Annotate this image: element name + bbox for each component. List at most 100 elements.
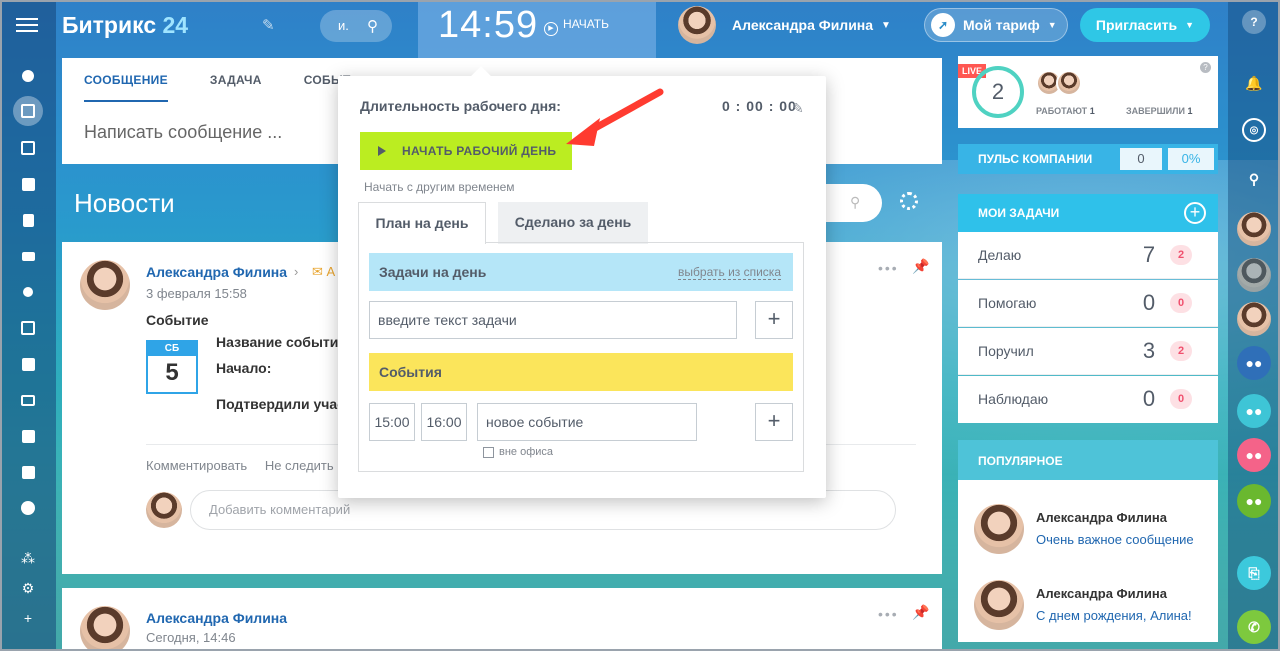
- popular-link[interactable]: Очень важное сообщение: [1036, 532, 1194, 547]
- out-of-office-checkbox[interactable]: вне офиса: [483, 446, 553, 458]
- help-icon[interactable]: ?: [1242, 10, 1266, 34]
- task-row-count: 0: [1142, 290, 1156, 315]
- edit-icon[interactable]: ✎: [792, 100, 804, 117]
- open-lines-icon[interactable]: ◎: [1242, 118, 1266, 142]
- sitemap-icon[interactable]: ⁂: [16, 546, 40, 570]
- task-counter-row[interactable]: Делаю 7 2: [958, 232, 1218, 279]
- contact-avatar[interactable]: [1237, 302, 1271, 336]
- post-author[interactable]: Александра Филина: [146, 264, 287, 280]
- list-item[interactable]: Александра Филина Очень важное сообщение: [974, 504, 1214, 560]
- pin-icon[interactable]: 📌: [912, 604, 929, 621]
- popular-author: Александра Филина: [1036, 510, 1167, 525]
- list-item[interactable]: Александра Филина С днем рождения, Алина…: [974, 580, 1214, 636]
- clock-start-button[interactable]: ▶ НАЧАТЬ: [544, 17, 609, 36]
- avatar: [146, 492, 182, 528]
- crm-icon[interactable]: [16, 352, 40, 376]
- post-author[interactable]: Александра Филина: [146, 610, 287, 626]
- chat-icon[interactable]: [16, 172, 40, 196]
- company-pulse[interactable]: ПУЛЬС КОМПАНИИ 0 0%: [958, 144, 1218, 174]
- pin-icon[interactable]: 📌: [912, 258, 929, 275]
- task-text-input[interactable]: введите текст задачи: [369, 301, 737, 339]
- chevron-down-icon[interactable]: [16, 496, 40, 520]
- task-row-badge: 0: [1170, 389, 1192, 409]
- bell-icon[interactable]: 🔔: [1239, 68, 1269, 98]
- drive-icon[interactable]: [16, 244, 40, 268]
- tab-task[interactable]: ЗАДАЧА: [210, 58, 262, 102]
- tab-message[interactable]: СООБЩЕНИЕ: [84, 58, 168, 102]
- logo[interactable]: Битрикс 24: [62, 12, 188, 39]
- live-widget[interactable]: LIVE 2 ? РАБОТАЮТ 1 ЗАВЕРШИЛИ 1: [958, 56, 1218, 128]
- event-name-input[interactable]: новое событие: [477, 403, 697, 441]
- user-menu[interactable]: Александра Филина ▼: [678, 6, 891, 44]
- avatar[interactable]: [80, 606, 130, 651]
- comment-link[interactable]: Комментировать: [146, 458, 247, 473]
- my-tasks-title[interactable]: МОИ ЗАДАЧИ: [978, 206, 1059, 220]
- finished-label: ЗАВЕРШИЛИ 1: [1126, 106, 1193, 116]
- duration-label: Длительность рабочего дня:: [360, 98, 561, 114]
- gear-icon[interactable]: [900, 192, 918, 210]
- start-workday-button[interactable]: НАЧАТЬ РАБОЧИЙ ДЕНЬ: [360, 132, 572, 170]
- invite-button[interactable]: Пригласить ▼: [1080, 8, 1210, 42]
- post-type: Событие: [146, 312, 209, 328]
- add-event-button[interactable]: +: [755, 403, 793, 441]
- contact-avatar[interactable]: [1237, 258, 1271, 292]
- more-icon[interactable]: •••: [878, 260, 899, 276]
- document-icon[interactable]: [16, 208, 40, 232]
- my-tasks-header: МОИ ЗАДАЧИ +: [958, 194, 1218, 232]
- feed-search-input[interactable]: ⚲: [822, 184, 882, 222]
- message-input[interactable]: Написать сообщение ...: [84, 122, 282, 143]
- popular-link[interactable]: С днем рождения, Алина!: [1036, 608, 1192, 623]
- group-chat-icon[interactable]: ●●: [1237, 346, 1271, 380]
- group-chat-icon[interactable]: ●●: [1237, 484, 1271, 518]
- phone-icon[interactable]: ✆: [1237, 610, 1271, 644]
- pick-from-list-link[interactable]: выбрать из списка: [678, 265, 781, 280]
- unfollow-link[interactable]: Не следить: [265, 458, 334, 473]
- event-start-time-input[interactable]: 15:00: [369, 403, 415, 441]
- task-counter-row[interactable]: Помогаю 0 0: [958, 280, 1218, 327]
- calendar-icon[interactable]: [16, 136, 40, 160]
- add-task-icon[interactable]: +: [1184, 202, 1206, 224]
- box-icon[interactable]: [16, 424, 40, 448]
- group-chat-icon[interactable]: ●●: [1237, 438, 1271, 472]
- gear-icon[interactable]: ⚙: [16, 576, 40, 600]
- help-icon[interactable]: ?: [1200, 62, 1211, 73]
- add-task-button[interactable]: +: [755, 301, 793, 339]
- out-of-office-label: вне офиса: [499, 446, 554, 458]
- task-counter-row[interactable]: Поручил 3 2: [958, 328, 1218, 375]
- right-sidebar: ? 🔔 ◎ ⚲ ●● ●● ●● ●● ⎘ ✆: [1228, 0, 1280, 651]
- edit-logo-icon[interactable]: ✎: [262, 16, 275, 34]
- copy-icon[interactable]: ⎘: [1237, 556, 1271, 590]
- search-text: и.: [338, 18, 349, 33]
- post-date[interactable]: 3 февраля 15:58: [146, 286, 247, 301]
- post-date[interactable]: Сегодня, 14:46: [146, 630, 236, 645]
- task-row-label: Наблюдаю: [978, 391, 1049, 407]
- menu-icon[interactable]: [16, 14, 38, 36]
- my-tariff-button[interactable]: ➚ Мой тариф ▼: [924, 8, 1068, 42]
- start-other-time-link[interactable]: Начать с другим временем: [364, 180, 515, 194]
- play-icon: ▶: [544, 22, 558, 36]
- task-counter-row[interactable]: Наблюдаю 0 0: [958, 376, 1218, 423]
- avatar: [974, 580, 1024, 630]
- checkbox[interactable]: [483, 446, 494, 458]
- workday-clock[interactable]: 14:59 ▶ НАЧАТЬ: [418, 0, 656, 58]
- event-end-time-input[interactable]: 16:00: [421, 403, 467, 441]
- contact-avatar[interactable]: [1237, 212, 1271, 246]
- activity-stream-icon[interactable]: [16, 64, 40, 88]
- tab-day-done[interactable]: Сделано за день: [498, 202, 648, 244]
- search-icon[interactable]: ⚲: [1239, 164, 1269, 194]
- store-icon[interactable]: [16, 460, 40, 484]
- news-feed-icon[interactable]: [13, 96, 43, 126]
- more-icon[interactable]: •••: [878, 606, 899, 622]
- tab-day-plan[interactable]: План на день: [358, 202, 486, 244]
- employees-icon[interactable]: [16, 280, 40, 304]
- chevron-down-icon: ▼: [1047, 20, 1057, 30]
- search-input[interactable]: и. ⚲: [320, 10, 392, 42]
- contact-card-icon[interactable]: [16, 388, 40, 412]
- group-chat-icon[interactable]: ●●: [1237, 394, 1271, 428]
- user-name: Александра Филина: [732, 17, 874, 33]
- add-icon[interactable]: +: [16, 606, 40, 630]
- pulse-value: 0: [1120, 148, 1162, 170]
- avatar[interactable]: [80, 260, 130, 310]
- post-recipient[interactable]: А: [327, 264, 336, 279]
- sites-icon[interactable]: [16, 316, 40, 340]
